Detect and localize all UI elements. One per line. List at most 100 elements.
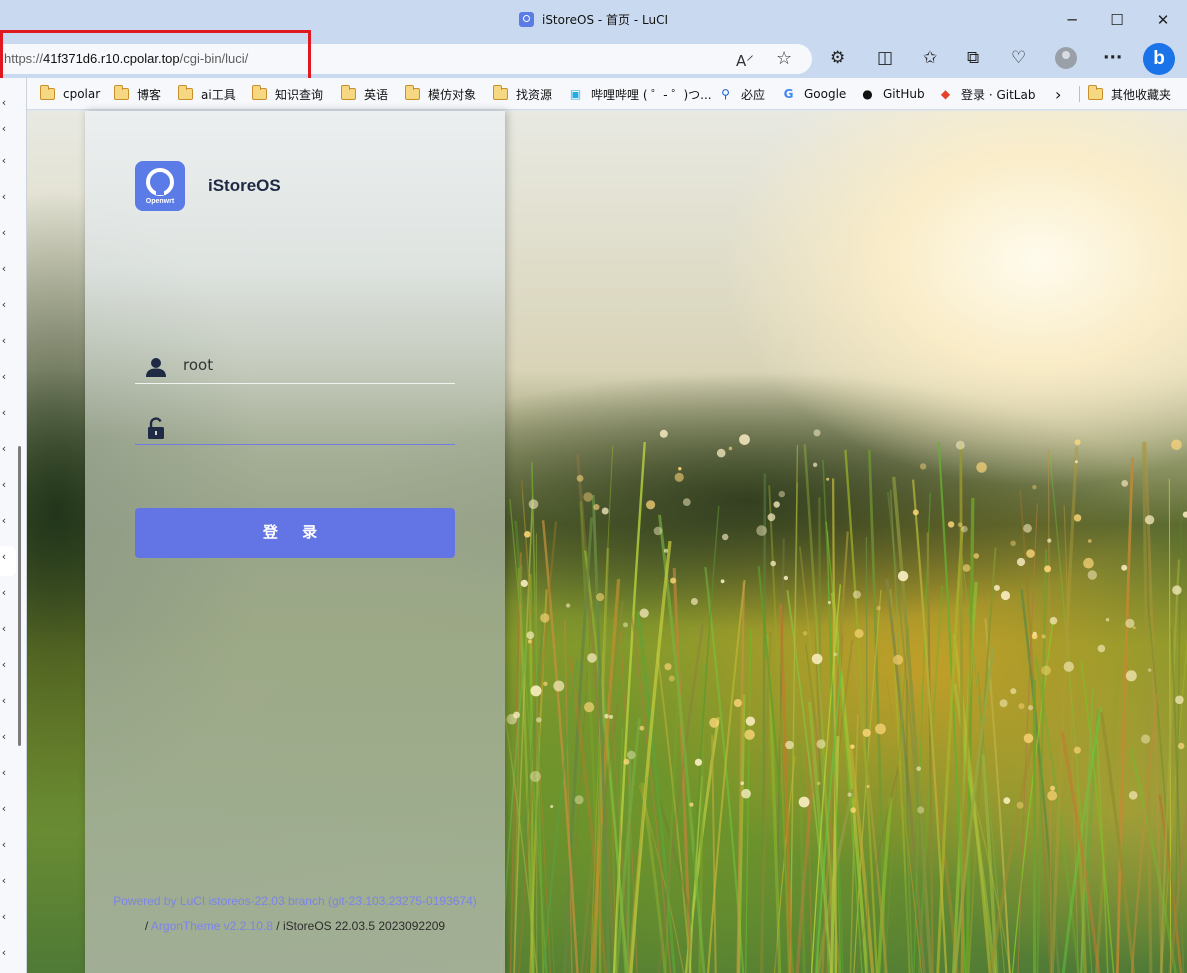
tab-collapse-chevron-icon[interactable]: ‹ [0, 442, 8, 455]
dew-drop [962, 564, 971, 572]
tab-collapse-chevron-icon[interactable]: ‹ [0, 622, 8, 635]
tab-collapse-chevron-icon[interactable]: ‹ [0, 838, 8, 851]
dew-drop [1016, 557, 1026, 567]
favorite-star-icon[interactable]: ☆ [776, 48, 792, 69]
bookmark-other-favorites[interactable]: 其他收藏夹 [1088, 84, 1171, 104]
dew-drop [1044, 565, 1052, 573]
bookmark-cpolar[interactable]: cpolar [40, 84, 100, 104]
dew-drop [728, 446, 733, 451]
username-field[interactable] [135, 348, 455, 384]
tab-collapse-chevron-icon[interactable]: ‹ [0, 766, 8, 779]
dew-drop [668, 675, 675, 682]
dew-drop [778, 490, 785, 498]
maximize-button[interactable]: ☐ [1094, 4, 1140, 36]
bookmark-ai-tools[interactable]: ai工具 [178, 84, 236, 104]
tab-collapse-chevron-icon[interactable]: ‹ [0, 298, 8, 311]
dew-drop [744, 729, 755, 740]
tab-collapse-chevron-icon[interactable]: ‹ [0, 946, 8, 959]
folder-icon [405, 85, 420, 100]
dew-drop [897, 570, 909, 582]
tab-collapse-chevron-icon[interactable]: ‹ [0, 406, 8, 419]
bookmark-bing[interactable]: ⚲ 必应 [718, 84, 765, 104]
dew-drop [1073, 514, 1082, 522]
folder-icon [252, 85, 267, 100]
dew-drop [716, 448, 726, 458]
dew-drop [720, 579, 725, 584]
browser-essentials-icon[interactable]: ♡ [1011, 48, 1026, 68]
bookmark-bilibili[interactable]: ▣ 哔哩哔哩 ( ゜- ゜)つ... [568, 84, 712, 104]
tab-collapse-chevron-icon[interactable]: ‹ [0, 802, 8, 815]
tab-collapse-chevron-icon[interactable]: ‹ [0, 730, 8, 743]
split-screen-icon[interactable]: ◫ [877, 48, 893, 68]
more-menu-icon[interactable]: ··· [1103, 48, 1122, 68]
dew-drop [646, 500, 656, 510]
tab-collapse-chevron-icon[interactable]: ‹ [0, 262, 8, 275]
dew-drop [850, 744, 855, 749]
tab-collapse-chevron-icon[interactable]: ‹ [0, 226, 8, 239]
bookmark-knowledge[interactable]: 知识查询 [252, 84, 323, 104]
grass-blade [789, 445, 799, 973]
dew-drop [1097, 644, 1106, 653]
tab-collapse-chevron-icon[interactable]: ‹ [0, 658, 8, 671]
dew-drop [875, 723, 886, 735]
grass-blade [657, 624, 705, 973]
extensions-icon[interactable]: ⚙ [830, 48, 845, 68]
tab-collapse-chevron-icon[interactable]: ‹ [0, 478, 8, 491]
tab-collapse-chevron-icon[interactable]: ‹ [0, 96, 8, 109]
tab-collapse-chevron-icon[interactable]: ‹ [0, 334, 8, 347]
footer-powered-by-link[interactable]: Powered by LuCI istoreos-22.03 branch (g… [85, 894, 505, 908]
tab-collapse-chevron-icon[interactable]: ‹ [0, 550, 8, 563]
bookmark-label: 哔哩哔哩 ( ゜- ゜)つ... [591, 87, 712, 102]
favorites-icon[interactable]: ✩ [923, 48, 937, 68]
dew-drop [1121, 480, 1129, 487]
dew-drop [1026, 549, 1035, 558]
password-field[interactable] [135, 409, 455, 445]
minimize-button[interactable]: ─ [1049, 4, 1095, 36]
bookmark-resources[interactable]: 找资源 [493, 84, 552, 104]
dew-drop [587, 653, 597, 663]
dew-drop [1031, 633, 1038, 640]
bookmark-google[interactable]: G Google [781, 84, 847, 104]
close-window-button[interactable]: ✕ [1140, 4, 1186, 36]
bookmark-label: cpolar [63, 87, 101, 101]
bookmark-github[interactable]: ● GitHub [860, 84, 924, 104]
username-input[interactable] [183, 352, 448, 378]
tab-collapse-chevron-icon[interactable]: ‹ [0, 122, 8, 135]
folder-icon [341, 85, 356, 100]
tab-collapse-chevron-icon[interactable]: ‹ [0, 586, 8, 599]
tabs-scrollbar[interactable] [18, 446, 21, 746]
dew-drop [513, 711, 520, 719]
dew-drop [653, 526, 663, 536]
dew-drop [798, 796, 810, 808]
tab-collapse-chevron-icon[interactable]: ‹ [0, 910, 8, 923]
dew-drop [1128, 791, 1138, 800]
bing-copilot-icon[interactable]: b [1143, 43, 1175, 75]
tab-collapse-chevron-icon[interactable]: ‹ [0, 154, 8, 167]
argon-theme-link[interactable]: ArgonTheme v2.2.10.8 [151, 919, 273, 933]
folder-icon [40, 85, 55, 100]
bookmark-english[interactable]: 英语 [341, 84, 388, 104]
tab-collapse-chevron-icon[interactable]: ‹ [0, 370, 8, 383]
dew-drop [1047, 538, 1052, 543]
bookmarks-overflow-chevron-icon[interactable]: › [1055, 84, 1061, 104]
bilibili-icon: ▣ [569, 86, 582, 101]
search-icon: ⚲ [721, 86, 730, 101]
url-highlight-annotation [0, 30, 311, 81]
bookmark-gitlab[interactable]: ◆ 登录 · GitLab [938, 84, 1036, 104]
tab-collapse-chevron-icon[interactable]: ‹ [0, 874, 8, 887]
dew-drop [604, 713, 609, 719]
password-input[interactable] [183, 413, 448, 439]
tab-collapse-chevron-icon[interactable]: ‹ [0, 190, 8, 203]
tab-collapse-chevron-icon[interactable]: ‹ [0, 514, 8, 527]
collections-icon[interactable]: ⧉ [967, 48, 979, 68]
tab-collapse-chevron-icon[interactable]: ‹ [0, 694, 8, 707]
login-button[interactable]: 登 录 [135, 508, 455, 558]
dew-drop [1175, 695, 1184, 705]
bookmark-blog[interactable]: 博客 [114, 84, 161, 104]
profile-avatar-icon[interactable] [1055, 47, 1077, 69]
bookmark-imitate[interactable]: 模仿对象 [405, 84, 476, 104]
dew-drop [1073, 746, 1081, 754]
grass-blade [541, 520, 579, 973]
dew-drop [565, 603, 571, 608]
read-aloud-icon[interactable]: A⸍ [736, 51, 754, 71]
